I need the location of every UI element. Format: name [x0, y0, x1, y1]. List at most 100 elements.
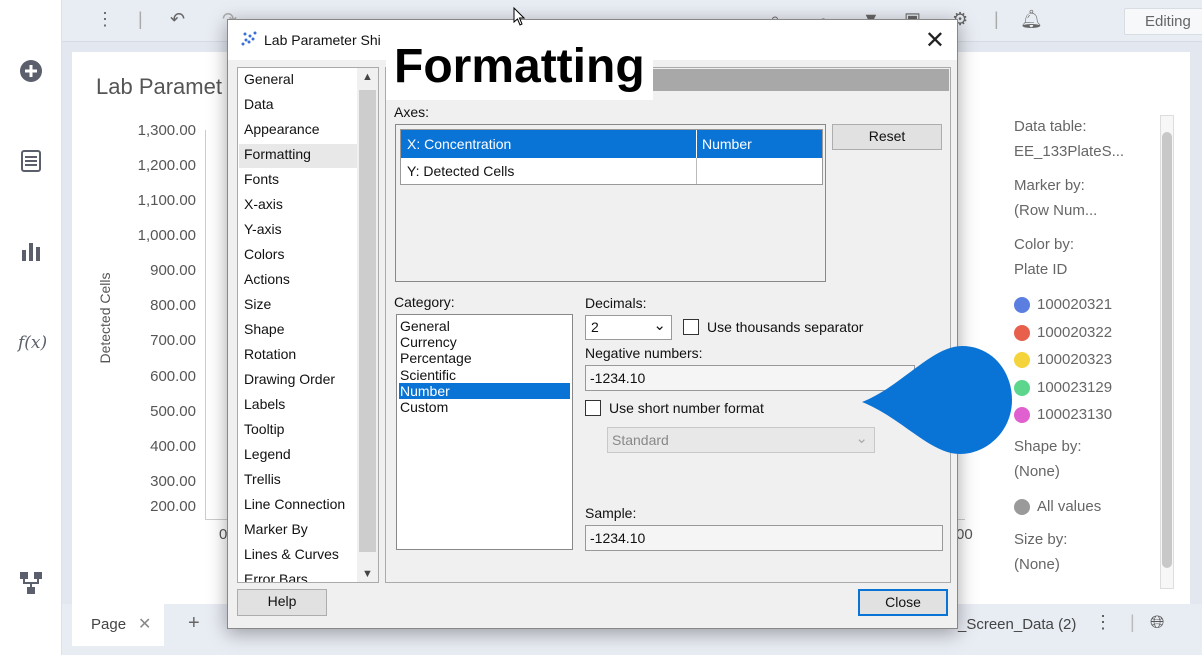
page-tab[interactable]: Page ✕ [72, 604, 164, 646]
sample-field: -1234.10 [585, 525, 943, 551]
axes-row-name: Y: Detected Cells [407, 163, 515, 179]
nav-item-labels[interactable]: Labels [244, 396, 285, 412]
negative-numbers-value: -1234.10 [590, 370, 646, 386]
globe-icon[interactable]: 🌐︎ [1150, 612, 1164, 633]
legend-scrollbar-thumb[interactable] [1162, 132, 1172, 568]
legend-color-item[interactable]: 100023129 [1037, 379, 1112, 396]
scroll-down-icon[interactable]: ▼ [362, 568, 373, 580]
nav-item-formatting[interactable]: Formatting [244, 146, 311, 162]
y-tick-label: 1,000.00 [137, 227, 196, 244]
data-table-icon[interactable] [18, 148, 44, 174]
nav-item-colors[interactable]: Colors [244, 246, 284, 262]
toolbar-divider: | [138, 9, 143, 29]
category-item-custom[interactable]: Custom [399, 399, 570, 415]
dialog-title: Lab Parameter Shi [264, 32, 381, 48]
legend-color-item[interactable]: 100020321 [1037, 296, 1112, 313]
legend-shape-by-label: Shape by: [1014, 438, 1082, 455]
legend-marker-by-label: Marker by: [1014, 177, 1085, 194]
nav-item-shape[interactable]: Shape [244, 321, 284, 337]
more-vertical-bottom-icon[interactable]: ⋮ [1094, 612, 1112, 633]
function-icon[interactable]: f(x) [18, 330, 47, 356]
legend-size-by-value[interactable]: (None) [1014, 556, 1060, 573]
short-format-checkbox[interactable] [585, 400, 601, 416]
legend-color-item[interactable]: 100020323 [1037, 351, 1112, 368]
nav-scrollbar[interactable]: ▲ ▼ [357, 68, 378, 582]
toolbar-divider-2: | [994, 9, 999, 29]
formatting-panel: Axes: X: Concentration Number Y: Detecte… [385, 67, 951, 583]
close-tab-icon[interactable]: ✕ [138, 614, 151, 634]
property-nav-list[interactable]: General Data Appearance Formatting Fonts X-ax… [237, 67, 379, 583]
nav-item-actions[interactable]: Actions [244, 271, 290, 287]
y-tick-label: 400.00 [150, 438, 196, 455]
nav-item-general[interactable]: General [244, 71, 294, 87]
legend-color-swatch [1014, 407, 1030, 423]
nav-item-rotation[interactable]: Rotation [244, 346, 296, 362]
short-format-label: Use short number format [609, 400, 764, 416]
category-item-currency[interactable]: Currency [399, 334, 570, 350]
legend-color-by-value[interactable]: Plate ID [1014, 261, 1067, 278]
sample-label: Sample: [585, 505, 637, 521]
legend-color-item[interactable]: 100023130 [1037, 406, 1112, 423]
nav-item-legend[interactable]: Legend [244, 446, 291, 462]
legend-size-by-label: Size by: [1014, 531, 1068, 548]
decimals-value: 2 [591, 319, 599, 335]
add-circle-icon[interactable] [18, 58, 44, 84]
y-tick-label: 1,100.00 [137, 192, 196, 209]
sample-value: -1234.10 [590, 530, 646, 546]
nav-item-trellis[interactable]: Trellis [244, 471, 281, 487]
axes-row[interactable]: Y: Detected Cells [401, 158, 822, 184]
y-tick-label: 900.00 [150, 262, 196, 279]
bell-icon[interactable]: 🔔︎ [1020, 9, 1043, 30]
category-item-percentage[interactable]: Percentage [399, 350, 570, 366]
nav-item-marker-by[interactable]: Marker By [244, 521, 308, 537]
legend-shape-by-value[interactable]: (None) [1014, 463, 1060, 480]
nav-item-x-axis[interactable]: X-axis [244, 196, 283, 212]
short-format-select[interactable]: Standard ⌄ [607, 427, 875, 453]
hierarchy-icon[interactable] [18, 570, 44, 596]
legend-color-item[interactable]: 100020322 [1037, 324, 1112, 341]
undo-icon[interactable]: ↶ [170, 9, 185, 30]
legend-data-table-value[interactable]: EE_133PlateS... [1014, 143, 1124, 160]
y-tick-label: 500.00 [150, 403, 196, 420]
scatter-plot-icon [240, 30, 258, 51]
nav-item-size[interactable]: Size [244, 296, 271, 312]
close-button[interactable]: Close [858, 589, 948, 616]
more-vertical-icon[interactable]: ⋮ [96, 9, 114, 30]
chevron-down-icon: ⌄ [653, 317, 666, 334]
legend-marker-by-value[interactable]: (Row Num... [1014, 202, 1097, 219]
category-item-number[interactable]: Number [399, 382, 570, 399]
help-button[interactable]: Help [237, 589, 327, 616]
axes-grid[interactable]: X: Concentration Number Y: Detected Cell… [400, 129, 823, 185]
editing-mode-select[interactable]: Editing ⌄ [1124, 8, 1202, 35]
nav-item-fonts[interactable]: Fonts [244, 171, 279, 187]
reset-button[interactable]: Reset [832, 124, 942, 150]
status-table-name[interactable]: _Screen_Data (2) [958, 616, 1076, 633]
category-list[interactable]: General Currency Percentage Scientific Numbe… [396, 314, 573, 550]
pointer-drop-icon [862, 346, 1012, 454]
nav-item-y-axis[interactable]: Y-axis [244, 221, 282, 237]
close-icon[interactable]: ✕ [925, 26, 945, 55]
legend-all-values[interactable]: All values [1037, 498, 1101, 515]
nav-scrollbar-thumb[interactable] [359, 90, 376, 552]
formatting-heading-overlay: Formatting [386, 38, 653, 100]
bar-chart-icon[interactable] [18, 238, 44, 264]
nav-item-tooltip[interactable]: Tooltip [244, 421, 284, 437]
axes-row-selected[interactable]: X: Concentration Number [401, 130, 822, 158]
decimals-select[interactable]: 2 ⌄ [585, 315, 672, 340]
nav-item-line-connection[interactable]: Line Connection [244, 496, 345, 512]
negative-numbers-label: Negative numbers: [585, 345, 703, 361]
y-tick-label: 300.00 [150, 473, 196, 490]
nav-item-drawing-order[interactable]: Drawing Order [244, 371, 335, 387]
axes-row-format: Number [702, 136, 752, 152]
scroll-up-icon[interactable]: ▲ [362, 71, 373, 83]
category-item-general[interactable]: General [399, 318, 570, 334]
category-item-scientific[interactable]: Scientific [399, 367, 570, 383]
thousands-checkbox[interactable] [683, 319, 699, 335]
add-page-button[interactable]: + [188, 612, 200, 635]
properties-dialog: Lab Parameter Shi ✕ General Data Appearanc… [227, 19, 958, 629]
nav-item-error-bars[interactable]: Error Bars [244, 571, 308, 582]
nav-item-data[interactable]: Data [244, 96, 274, 112]
nav-item-lines-curves[interactable]: Lines & Curves [244, 546, 339, 562]
thousands-label: Use thousands separator [707, 319, 864, 335]
nav-item-appearance[interactable]: Appearance [244, 121, 320, 137]
